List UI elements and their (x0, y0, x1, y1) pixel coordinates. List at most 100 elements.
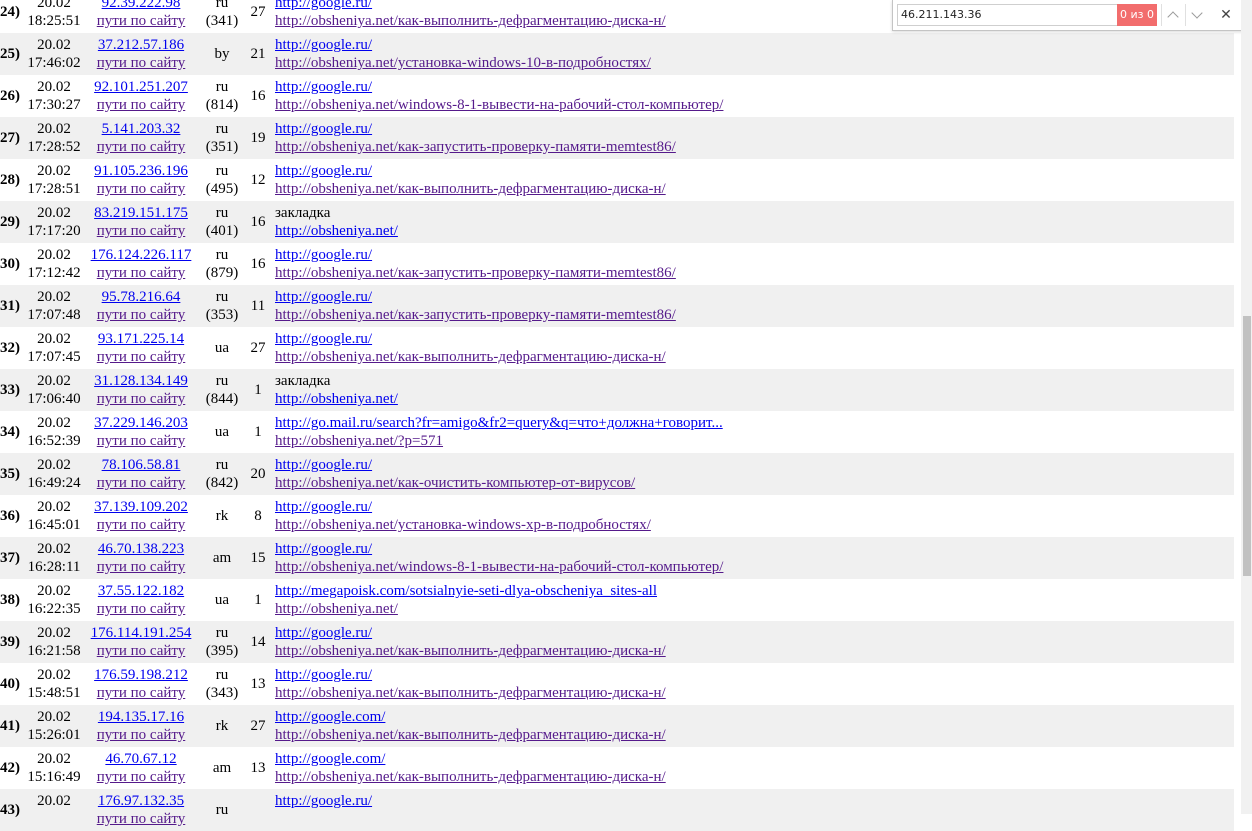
site-paths-link[interactable]: пути по сайту (86, 600, 196, 618)
site-paths-link[interactable]: пути по сайту (86, 432, 196, 450)
ip-link[interactable]: 83.219.151.175 (86, 204, 196, 222)
ip-link[interactable]: 37.139.109.202 (86, 498, 196, 516)
region-code: (844) (205, 391, 239, 407)
site-paths-link[interactable]: пути по сайту (86, 474, 196, 492)
site-paths-link[interactable]: пути по сайту (86, 516, 196, 534)
visit-date: 20.02 (37, 247, 71, 263)
referrer-link[interactable]: http://go.mail.ru/search?fr=amigo&fr2=qu… (275, 414, 723, 432)
referrer-link[interactable]: http://megapoisk.com/sotsialnyie-seti-dl… (275, 582, 657, 600)
visit-date: 20.02 (37, 415, 71, 431)
referrer-link[interactable]: http://google.ru/ (275, 162, 666, 180)
visit-datetime: 20.02 16:49:24 (22, 456, 86, 492)
row-number: 28) (0, 172, 20, 188)
ip-link[interactable]: 176.59.198.212 (86, 666, 196, 684)
site-paths-link[interactable]: пути по сайту (86, 12, 196, 30)
landing-page-link[interactable]: http://obsheniya.net/windows-8-1-вывести… (275, 558, 723, 576)
find-previous-button[interactable] (1161, 4, 1184, 26)
site-paths-link[interactable]: пути по сайту (86, 390, 196, 408)
ip-link[interactable]: 93.171.225.14 (86, 330, 196, 348)
site-paths-link[interactable]: пути по сайту (86, 348, 196, 366)
referrer-link[interactable]: http://google.ru/ (275, 0, 666, 12)
referrer-link[interactable]: http://google.com/ (275, 750, 666, 768)
landing-page-link[interactable]: http://obsheniya.net/как-выполнить-дефра… (275, 684, 666, 702)
referrer-link[interactable]: http://google.com/ (275, 708, 666, 726)
landing-page-link[interactable]: http://obsheniya.net/как-выполнить-дефра… (275, 348, 666, 366)
site-paths-link[interactable]: пути по сайту (86, 768, 196, 786)
landing-page-link[interactable]: http://obsheniya.net/ (275, 390, 398, 408)
site-paths-link[interactable]: пути по сайту (86, 306, 196, 324)
landing-page-link[interactable]: http://obsheniya.net/как-запустить-прове… (275, 264, 676, 282)
ip-cell: 78.106.58.81 пути по сайту (86, 456, 196, 492)
landing-page-link[interactable]: http://obsheniya.net/как-запустить-прове… (275, 306, 676, 324)
landing-page-link[interactable]: http://obsheniya.net/как-выполнить-дефра… (275, 12, 666, 30)
ip-link[interactable]: 176.124.226.117 (86, 246, 196, 264)
site-paths-link[interactable]: пути по сайту (86, 684, 196, 702)
referrer-link[interactable]: http://google.ru/ (275, 624, 666, 642)
referrer-link[interactable]: http://google.ru/ (275, 246, 676, 264)
find-input[interactable] (897, 4, 1119, 26)
site-paths-link[interactable]: пути по сайту (86, 558, 196, 576)
landing-page-link[interactable]: http://obsheniya.net/как-выполнить-дефра… (275, 768, 666, 786)
landing-page-link[interactable]: http://obsheniya.net/как-выполнить-дефра… (275, 642, 666, 660)
site-paths-link[interactable]: пути по сайту (86, 180, 196, 198)
vertical-scrollbar[interactable] (1241, 0, 1252, 814)
ip-link[interactable]: 46.70.67.12 (86, 750, 196, 768)
visit-date: 20.02 (37, 499, 71, 515)
find-close-button[interactable]: ✕ (1215, 4, 1237, 26)
ip-link[interactable]: 92.101.251.207 (86, 78, 196, 96)
landing-page-link[interactable]: http://obsheniya.net/?p=571 (275, 432, 723, 450)
landing-page-link[interactable]: http://obsheniya.net/как-очистить-компью… (275, 474, 635, 492)
referrer-text: закладка (275, 205, 331, 221)
ip-link[interactable]: 95.78.216.64 (86, 288, 196, 306)
landing-page-link[interactable]: http://obsheniya.net/ (275, 222, 398, 240)
landing-page-link[interactable]: http://obsheniya.net/как-запустить-прове… (275, 138, 676, 156)
ip-link[interactable]: 37.55.122.182 (86, 582, 196, 600)
country-cell: ua (200, 591, 244, 609)
country-code: ru (215, 289, 229, 305)
site-paths-link[interactable]: пути по сайту (86, 264, 196, 282)
row-number: 24) (0, 4, 20, 20)
site-paths-link[interactable]: пути по сайту (86, 54, 196, 72)
referrer-cell: http://google.ru/http://obsheniya.net/ка… (275, 666, 666, 702)
ip-link[interactable]: 5.141.203.32 (86, 120, 196, 138)
ip-link[interactable]: 31.128.134.149 (86, 372, 196, 390)
referrer-link[interactable]: http://google.ru/ (275, 78, 723, 96)
referrer-link[interactable]: http://google.ru/ (275, 456, 635, 474)
referrer-link[interactable]: http://google.ru/ (275, 330, 666, 348)
site-paths-link[interactable]: пути по сайту (86, 810, 196, 828)
ip-link[interactable]: 37.212.57.186 (86, 36, 196, 54)
scrollbar-thumb[interactable] (1243, 316, 1251, 576)
ip-link[interactable]: 78.106.58.81 (86, 456, 196, 474)
site-paths-link[interactable]: пути по сайту (86, 642, 196, 660)
referrer-link[interactable]: http://google.ru/ (275, 120, 676, 138)
ip-link[interactable]: 92.39.222.98 (86, 0, 196, 12)
referrer-link[interactable]: http://google.ru/ (275, 540, 723, 558)
landing-page-link[interactable]: http://obsheniya.net/ (275, 600, 657, 618)
ip-link[interactable]: 194.135.17.16 (86, 708, 196, 726)
referrer-link[interactable]: http://google.ru/ (275, 498, 651, 516)
site-paths-link[interactable]: пути по сайту (86, 222, 196, 240)
site-paths-link[interactable]: пути по сайту (86, 138, 196, 156)
referrer-link[interactable]: http://google.ru/ (275, 792, 372, 810)
site-paths-link[interactable]: пути по сайту (86, 96, 196, 114)
landing-page-link[interactable]: http://obsheniya.net/установка-windows-x… (275, 516, 651, 534)
region-code: (879) (205, 265, 239, 281)
referrer-link[interactable]: http://google.ru/ (275, 288, 676, 306)
ip-link[interactable]: 91.105.236.196 (86, 162, 196, 180)
landing-page-link[interactable]: http://obsheniya.net/как-выполнить-дефра… (275, 726, 666, 744)
ip-link[interactable]: 37.229.146.203 (86, 414, 196, 432)
referrer-link[interactable]: http://google.ru/ (275, 36, 651, 54)
landing-page-link[interactable]: http://obsheniya.net/установка-windows-1… (275, 54, 651, 72)
visit-datetime: 20.02 15:48:51 (22, 666, 86, 702)
site-paths-link[interactable]: пути по сайту (86, 726, 196, 744)
ip-link[interactable]: 46.70.138.223 (86, 540, 196, 558)
landing-page-link[interactable]: http://obsheniya.net/windows-8-1-вывести… (275, 96, 723, 114)
ip-link[interactable]: 176.114.191.254 (86, 624, 196, 642)
landing-page-link[interactable]: http://obsheniya.net/как-выполнить-дефра… (275, 180, 666, 198)
ip-link[interactable]: 176.97.132.35 (86, 792, 196, 810)
row-number: 33) (0, 382, 20, 398)
referrer-text: закладка (275, 373, 331, 389)
find-next-button[interactable] (1185, 4, 1208, 26)
referrer-link[interactable]: http://google.ru/ (275, 666, 666, 684)
table-row: 36) 20.02 16:45:01 37.139.109.202 пути по са… (0, 495, 1234, 537)
